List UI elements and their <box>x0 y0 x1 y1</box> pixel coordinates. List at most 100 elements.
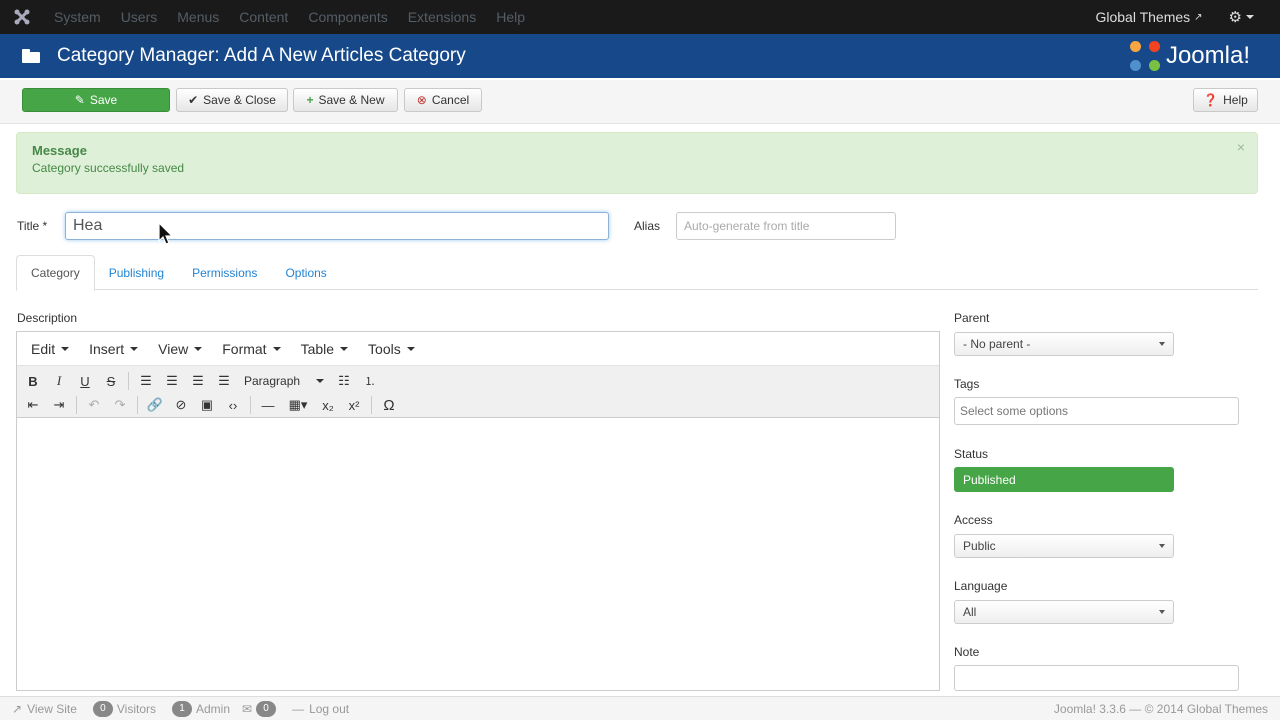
editor-menu-format[interactable]: Format <box>212 341 290 357</box>
messages-status[interactable]: ✉ 0 <box>242 700 280 717</box>
description-editor: Edit Insert View Format Table Tools B I … <box>16 331 940 691</box>
save-close-label: Save & Close <box>203 93 276 107</box>
tab-options[interactable]: Options <box>271 255 340 290</box>
help-button[interactable]: ❓ Help <box>1193 88 1258 112</box>
editor-menu-view[interactable]: View <box>148 341 212 357</box>
align-justify-icon[interactable]: ☰ <box>212 370 236 392</box>
editor-menu-table-label: Table <box>300 340 335 357</box>
cancel-label: Cancel <box>431 93 470 107</box>
menu-system[interactable]: System <box>44 9 111 25</box>
visitors-label: Visitors <box>116 701 156 716</box>
align-right-icon[interactable]: ☰ <box>186 370 210 392</box>
tab-permissions[interactable]: Permissions <box>178 255 271 290</box>
link-icon[interactable]: 🔗 <box>143 394 167 416</box>
envelope-icon: ✉ <box>242 701 253 716</box>
parent-select[interactable]: - No parent - <box>954 332 1174 356</box>
site-link-label: Global Themes <box>1095 9 1191 25</box>
action-toolbar: ✎ Save ✔ Save & Close + Save & New ⊗ Can… <box>0 80 1280 124</box>
chevron-down-icon <box>1159 610 1165 614</box>
editor-menu-tools[interactable]: Tools <box>358 341 425 357</box>
language-select[interactable]: All <box>954 600 1174 624</box>
alias-label: Alias <box>634 219 661 233</box>
view-site-link[interactable]: ↗ View Site <box>12 702 77 716</box>
editor-menu-edit[interactable]: Edit <box>21 341 79 357</box>
message-text: Category successfully saved <box>32 161 185 175</box>
status-label: Status <box>954 447 989 461</box>
tags-label: Tags <box>954 377 980 391</box>
page-title: Category Manager: Add A New Articles Cat… <box>57 45 466 66</box>
access-select[interactable]: Public <box>954 534 1174 558</box>
editor-menubar: Edit Insert View Format Table Tools <box>17 332 939 366</box>
status-select[interactable]: Published <box>954 467 1174 492</box>
bullet-list-icon[interactable]: ☷ <box>332 370 356 392</box>
align-left-icon[interactable]: ☰ <box>134 370 158 392</box>
underline-icon[interactable]: U <box>73 370 97 392</box>
subscript-icon[interactable]: x₂ <box>316 394 340 416</box>
chevron-down-icon <box>130 346 139 351</box>
title-input[interactable]: Hea <box>65 212 609 240</box>
horizontal-rule-icon[interactable]: — <box>256 394 280 416</box>
image-icon[interactable]: ▣ <box>195 394 219 416</box>
strikethrough-icon[interactable]: S <box>99 370 123 392</box>
bold-icon[interactable]: B <box>21 370 45 392</box>
undo-icon[interactable]: ↶ <box>82 394 106 416</box>
messages-count: 0 <box>256 700 277 717</box>
description-label: Description <box>17 311 78 325</box>
special-character-icon[interactable]: Ω <box>377 394 401 416</box>
help-label: Help <box>1223 93 1248 107</box>
chevron-down-icon <box>272 346 281 351</box>
code-icon[interactable]: ‹› <box>221 394 245 416</box>
alias-placeholder: Auto-generate from title <box>684 219 810 233</box>
tab-publishing[interactable]: Publishing <box>95 255 178 290</box>
menu-help[interactable]: Help <box>486 9 535 25</box>
language-label: Language <box>954 579 1008 593</box>
site-link[interactable]: Global Themes ↗ <box>1083 9 1214 25</box>
note-input[interactable] <box>954 665 1239 691</box>
outdent-icon[interactable]: ⇤ <box>21 394 45 416</box>
chevron-down-icon <box>340 346 349 351</box>
menu-menus[interactable]: Menus <box>167 9 229 25</box>
tab-category[interactable]: Category <box>16 255 95 291</box>
parent-label: Parent <box>954 311 990 325</box>
title-label: Title * <box>17 219 48 233</box>
numbered-list-icon[interactable]: ⒈ <box>358 370 382 392</box>
joomla-brand: Joomla! <box>1129 41 1250 71</box>
logout-link[interactable]: — Log out <box>292 702 349 716</box>
unlink-icon[interactable]: ⊘ <box>169 394 193 416</box>
editor-toolbar: B I U S ☰ ☰ ☰ ☰ Paragraph ☷ ⒈ ⇤ ⇥ ↶ ↷ 🔗 … <box>17 366 939 418</box>
status-value: Published <box>963 472 1016 487</box>
paragraph-format-select[interactable]: Paragraph <box>238 370 330 392</box>
tags-input[interactable]: Select some options <box>954 397 1239 425</box>
menu-users[interactable]: Users <box>111 9 168 25</box>
superscript-icon[interactable]: x² <box>342 394 366 416</box>
close-icon[interactable]: × <box>1237 139 1245 155</box>
redo-icon[interactable]: ↷ <box>108 394 132 416</box>
table-icon[interactable]: ▦▾ <box>282 394 314 416</box>
form-tabs: Category Publishing Permissions Options <box>16 255 1258 291</box>
save-label: Save <box>89 93 118 107</box>
save-button[interactable]: ✎ Save <box>22 88 170 112</box>
menu-extensions[interactable]: Extensions <box>398 9 486 25</box>
editor-menu-insert[interactable]: Insert <box>79 341 148 357</box>
tags-placeholder: Select some options <box>960 404 1069 418</box>
external-link-icon: ↗ <box>12 701 23 716</box>
editor-menu-format-label: Format <box>222 340 267 357</box>
joomla-logo-icon[interactable] <box>0 0 44 34</box>
user-settings-menu[interactable]: ⚙ <box>1215 8 1280 26</box>
editor-content-area[interactable] <box>17 418 939 688</box>
alias-input[interactable]: Auto-generate from title <box>676 212 896 240</box>
save-close-button[interactable]: ✔ Save & Close <box>176 88 288 112</box>
title-value: Hea <box>73 217 103 234</box>
indent-icon[interactable]: ⇥ <box>47 394 71 416</box>
menu-content[interactable]: Content <box>229 9 298 25</box>
visitors-count: 0 <box>92 700 113 717</box>
align-center-icon[interactable]: ☰ <box>160 370 184 392</box>
language-value: All <box>963 605 977 619</box>
visitors-status: 0 Visitors <box>89 700 156 717</box>
italic-icon[interactable]: I <box>47 370 71 392</box>
minus-icon: — <box>292 701 305 716</box>
menu-components[interactable]: Components <box>298 9 397 25</box>
cancel-button[interactable]: ⊗ Cancel <box>404 88 482 112</box>
editor-menu-table[interactable]: Table <box>291 341 358 357</box>
save-new-button[interactable]: + Save & New <box>293 88 398 112</box>
